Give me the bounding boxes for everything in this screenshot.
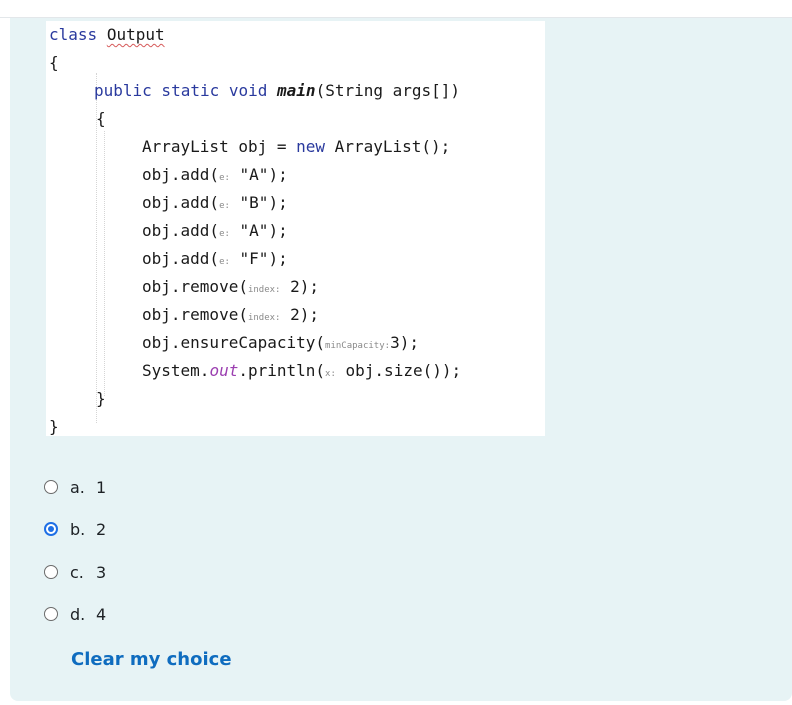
class-name: Output xyxy=(106,25,165,44)
call-method: .println( xyxy=(238,361,326,380)
code-line-brace-close: } xyxy=(49,417,59,436)
option-d[interactable]: d. 4 xyxy=(44,600,106,628)
code-line-inner-close: } xyxy=(96,389,106,408)
option-text: 1 xyxy=(96,477,107,497)
code-line-ensure-capacity: obj.ensureCapacity(minCapacity:3); xyxy=(142,333,419,353)
param-hint: e: xyxy=(219,201,230,211)
radio-button[interactable] xyxy=(44,565,58,579)
option-text: 3 xyxy=(96,562,107,582)
call-prefix: obj.remove( xyxy=(142,305,248,324)
call-arg: 2); xyxy=(280,305,320,324)
clear-my-choice-link[interactable]: Clear my choice xyxy=(71,649,232,670)
code-line-add-1: obj.add(e: "A"); xyxy=(142,165,288,185)
code-line-add-4: obj.add(e: "F"); xyxy=(142,249,288,269)
call-prefix: obj.ensureCapacity( xyxy=(142,333,326,352)
call-arg: 3); xyxy=(390,333,419,352)
radio-button[interactable] xyxy=(44,480,58,494)
call-prefix: obj.remove( xyxy=(142,277,248,296)
code-line-declaration: ArrayList obj = new ArrayList(); xyxy=(142,137,450,157)
keyword-class: class xyxy=(49,25,98,44)
call-arg: obj.size()); xyxy=(335,361,462,380)
call-prefix: obj.add( xyxy=(142,221,220,240)
code-line-inner-open: { xyxy=(96,109,106,128)
code-line-remove-1: obj.remove(index: 2); xyxy=(142,277,319,297)
option-letter: a. xyxy=(70,477,85,497)
param-hint: e: xyxy=(219,173,230,183)
keyword-new: new xyxy=(296,137,326,156)
call-arg: 2); xyxy=(280,277,320,296)
decl-eq: = xyxy=(267,137,297,156)
option-text: 4 xyxy=(96,604,107,624)
param-hint: e: xyxy=(219,257,230,267)
method-modifiers: public static void xyxy=(94,81,268,100)
code-line-add-3: obj.add(e: "A"); xyxy=(142,221,288,241)
code-line-method-signature: public static void main(String args[]) xyxy=(94,81,460,101)
code-line-brace-open: { xyxy=(49,53,59,72)
radio-button[interactable] xyxy=(44,607,58,621)
code-line-println: System.out.println(x: obj.size()); xyxy=(142,361,461,381)
call-arg: "A"); xyxy=(229,221,288,240)
param-hint: minCapacity: xyxy=(325,341,391,351)
method-params: (String args[]) xyxy=(315,81,461,100)
param-hint: e: xyxy=(219,229,230,239)
option-b[interactable]: b. 2 xyxy=(44,515,106,543)
call-prefix: obj.add( xyxy=(142,193,220,212)
call-arg: "A"); xyxy=(229,165,288,184)
option-letter: d. xyxy=(70,604,86,624)
call-arg: "F"); xyxy=(229,249,288,268)
code-line-class: class Output xyxy=(49,25,165,45)
option-a[interactable]: a. 1 xyxy=(44,473,106,501)
decl-left: ArrayList obj xyxy=(142,137,268,156)
option-c[interactable]: c. 3 xyxy=(44,558,106,586)
option-letter: c. xyxy=(70,562,84,582)
indent-guide xyxy=(104,131,106,396)
code-image: class Output { public static void main(S… xyxy=(46,21,545,436)
call-prefix: System. xyxy=(142,361,210,380)
radio-button-selected[interactable] xyxy=(44,522,58,536)
call-prefix: obj.add( xyxy=(142,249,220,268)
param-hint: index: xyxy=(247,285,281,295)
code-line-add-2: obj.add(e: "B"); xyxy=(142,193,288,213)
option-letter: b. xyxy=(70,519,86,539)
param-hint: x: xyxy=(325,369,336,379)
call-arg: "B"); xyxy=(229,193,288,212)
decl-right: ArrayList(); xyxy=(325,137,451,156)
code-line-remove-2: obj.remove(index: 2); xyxy=(142,305,319,325)
method-name: main xyxy=(277,81,316,100)
option-text: 2 xyxy=(96,519,107,539)
static-field: out xyxy=(209,361,239,380)
param-hint: index: xyxy=(247,313,281,323)
call-prefix: obj.add( xyxy=(142,165,220,184)
